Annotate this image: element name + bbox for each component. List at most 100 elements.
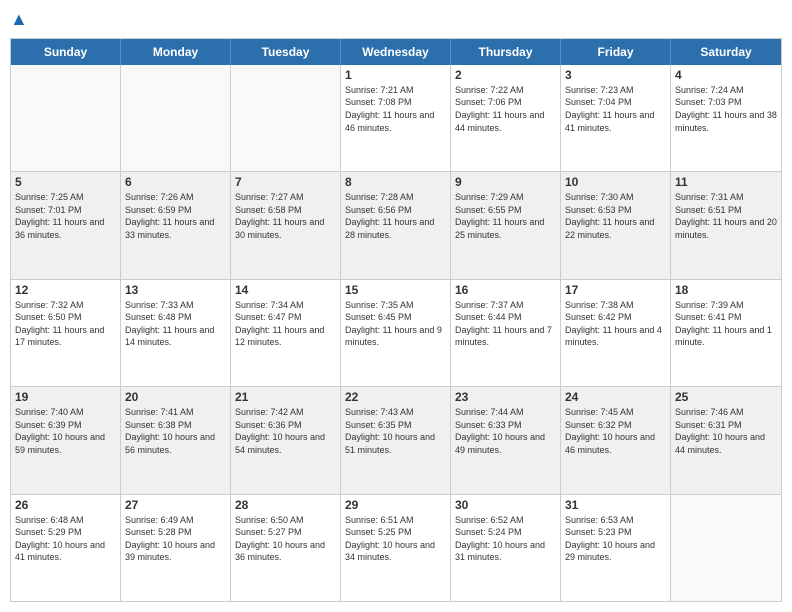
calendar-cell: 23 Sunrise: 7:44 AM Sunset: 6:33 PM Dayli… [451,387,561,493]
day-number: 12 [15,283,116,297]
calendar-cell: 20 Sunrise: 7:41 AM Sunset: 6:38 PM Dayli… [121,387,231,493]
calendar-cell: 7 Sunrise: 7:27 AM Sunset: 6:58 PM Daylig… [231,172,341,278]
day-info: Sunrise: 6:52 AM Sunset: 5:24 PM Dayligh… [455,514,556,564]
calendar-cell: 6 Sunrise: 7:26 AM Sunset: 6:59 PM Daylig… [121,172,231,278]
day-info: Sunrise: 6:51 AM Sunset: 5:25 PM Dayligh… [345,514,446,564]
day-number: 25 [675,390,777,404]
day-number: 13 [125,283,226,297]
day-number: 6 [125,175,226,189]
calendar-row-0: 1 Sunrise: 7:21 AM Sunset: 7:08 PM Daylig… [11,65,781,171]
calendar-cell: 13 Sunrise: 7:33 AM Sunset: 6:48 PM Dayli… [121,280,231,386]
day-info: Sunrise: 7:34 AM Sunset: 6:47 PM Dayligh… [235,299,336,349]
day-info: Sunrise: 7:28 AM Sunset: 6:56 PM Dayligh… [345,191,446,241]
calendar-cell: 10 Sunrise: 7:30 AM Sunset: 6:53 PM Dayli… [561,172,671,278]
day-number: 10 [565,175,666,189]
day-number: 27 [125,498,226,512]
calendar-cell: 11 Sunrise: 7:31 AM Sunset: 6:51 PM Dayli… [671,172,781,278]
day-number: 30 [455,498,556,512]
calendar-cell: 18 Sunrise: 7:39 AM Sunset: 6:41 PM Dayli… [671,280,781,386]
day-info: Sunrise: 7:29 AM Sunset: 6:55 PM Dayligh… [455,191,556,241]
day-number: 2 [455,68,556,82]
day-number: 29 [345,498,446,512]
day-info: Sunrise: 7:33 AM Sunset: 6:48 PM Dayligh… [125,299,226,349]
day-info: Sunrise: 7:31 AM Sunset: 6:51 PM Dayligh… [675,191,777,241]
day-info: Sunrise: 7:26 AM Sunset: 6:59 PM Dayligh… [125,191,226,241]
day-number: 21 [235,390,336,404]
calendar-cell: 28Sunrise: 6:50 AM Sunset: 5:27 PM Dayli… [231,495,341,601]
calendar-header-row: SundayMondayTuesdayWednesdayThursdayFrid… [11,39,781,65]
calendar-cell: 1 Sunrise: 7:21 AM Sunset: 7:08 PM Daylig… [341,65,451,171]
day-number: 8 [345,175,446,189]
day-info: Sunrise: 7:44 AM Sunset: 6:33 PM Dayligh… [455,406,556,456]
day-info: Sunrise: 7:43 AM Sunset: 6:35 PM Dayligh… [345,406,446,456]
day-info: Sunrise: 7:40 AM Sunset: 6:39 PM Dayligh… [15,406,116,456]
day-number: 20 [125,390,226,404]
day-info: Sunrise: 7:42 AM Sunset: 6:36 PM Dayligh… [235,406,336,456]
day-info: Sunrise: 7:32 AM Sunset: 6:50 PM Dayligh… [15,299,116,349]
calendar-cell: 22 Sunrise: 7:43 AM Sunset: 6:35 PM Dayli… [341,387,451,493]
day-number: 26 [15,498,116,512]
day-number: 11 [675,175,777,189]
weekday-header-sunday: Sunday [11,39,121,65]
weekday-header-tuesday: Tuesday [231,39,341,65]
day-info: Sunrise: 7:39 AM Sunset: 6:41 PM Dayligh… [675,299,777,349]
calendar-cell [121,65,231,171]
day-info: Sunrise: 7:30 AM Sunset: 6:53 PM Dayligh… [565,191,666,241]
day-info: Sunrise: 6:49 AM Sunset: 5:28 PM Dayligh… [125,514,226,564]
calendar-cell: 26 Sunrise: 6:48 AM Sunset: 5:29 PM Dayli… [11,495,121,601]
day-info: Sunrise: 7:24 AM Sunset: 7:03 PM Dayligh… [675,84,777,134]
day-number: 19 [15,390,116,404]
day-number: 7 [235,175,336,189]
calendar-cell: 12 Sunrise: 7:32 AM Sunset: 6:50 PM Dayli… [11,280,121,386]
weekday-header-wednesday: Wednesday [341,39,451,65]
day-info: Sunrise: 7:25 AM Sunset: 7:01 PM Dayligh… [15,191,116,241]
calendar-cell: 25Sunrise: 7:46 AM Sunset: 6:31 PM Dayli… [671,387,781,493]
day-info: Sunrise: 6:50 AM Sunset: 5:27 PM Dayligh… [235,514,336,564]
calendar-cell: 16Sunrise: 7:37 AM Sunset: 6:44 PM Dayli… [451,280,561,386]
logo-triangle: ▲ [10,9,28,29]
day-info: Sunrise: 7:37 AM Sunset: 6:44 PM Dayligh… [455,299,556,349]
calendar-row-4: 26 Sunrise: 6:48 AM Sunset: 5:29 PM Dayli… [11,494,781,601]
day-number: 31 [565,498,666,512]
day-number: 3 [565,68,666,82]
day-number: 17 [565,283,666,297]
day-number: 9 [455,175,556,189]
day-info: Sunrise: 7:23 AM Sunset: 7:04 PM Dayligh… [565,84,666,134]
calendar-cell: 27 Sunrise: 6:49 AM Sunset: 5:28 PM Dayli… [121,495,231,601]
calendar-cell: 5Sunrise: 7:25 AM Sunset: 7:01 PM Daylig… [11,172,121,278]
calendar-cell: 9 Sunrise: 7:29 AM Sunset: 6:55 PM Daylig… [451,172,561,278]
calendar-cell [231,65,341,171]
calendar-cell: 17Sunrise: 7:38 AM Sunset: 6:42 PM Dayli… [561,280,671,386]
weekday-header-friday: Friday [561,39,671,65]
calendar-cell: 2Sunrise: 7:22 AM Sunset: 7:06 PM Daylig… [451,65,561,171]
calendar-row-3: 19 Sunrise: 7:40 AM Sunset: 6:39 PM Dayli… [11,386,781,493]
day-number: 1 [345,68,446,82]
day-info: Sunrise: 6:48 AM Sunset: 5:29 PM Dayligh… [15,514,116,564]
calendar-cell: 4 Sunrise: 7:24 AM Sunset: 7:03 PM Daylig… [671,65,781,171]
calendar-cell [11,65,121,171]
day-info: Sunrise: 7:27 AM Sunset: 6:58 PM Dayligh… [235,191,336,241]
day-number: 18 [675,283,777,297]
weekday-header-thursday: Thursday [451,39,561,65]
calendar-cell: 8 Sunrise: 7:28 AM Sunset: 6:56 PM Daylig… [341,172,451,278]
calendar-cell: 31 Sunrise: 6:53 AM Sunset: 5:23 PM Dayli… [561,495,671,601]
calendar: SundayMondayTuesdayWednesdayThursdayFrid… [10,38,782,602]
weekday-header-saturday: Saturday [671,39,781,65]
day-number: 23 [455,390,556,404]
day-info: Sunrise: 6:53 AM Sunset: 5:23 PM Dayligh… [565,514,666,564]
calendar-cell: 30 Sunrise: 6:52 AM Sunset: 5:24 PM Dayli… [451,495,561,601]
calendar-cell: 14Sunrise: 7:34 AM Sunset: 6:47 PM Dayli… [231,280,341,386]
day-number: 4 [675,68,777,82]
weekday-header-monday: Monday [121,39,231,65]
calendar-cell: 15Sunrise: 7:35 AM Sunset: 6:45 PM Dayli… [341,280,451,386]
calendar-cell [671,495,781,601]
calendar-row-1: 5Sunrise: 7:25 AM Sunset: 7:01 PM Daylig… [11,171,781,278]
day-info: Sunrise: 7:41 AM Sunset: 6:38 PM Dayligh… [125,406,226,456]
day-number: 15 [345,283,446,297]
logo: ▲ [10,10,28,30]
day-info: Sunrise: 7:21 AM Sunset: 7:08 PM Dayligh… [345,84,446,134]
calendar-cell: 29 Sunrise: 6:51 AM Sunset: 5:25 PM Dayli… [341,495,451,601]
day-number: 22 [345,390,446,404]
calendar-body: 1 Sunrise: 7:21 AM Sunset: 7:08 PM Daylig… [11,65,781,601]
day-number: 24 [565,390,666,404]
